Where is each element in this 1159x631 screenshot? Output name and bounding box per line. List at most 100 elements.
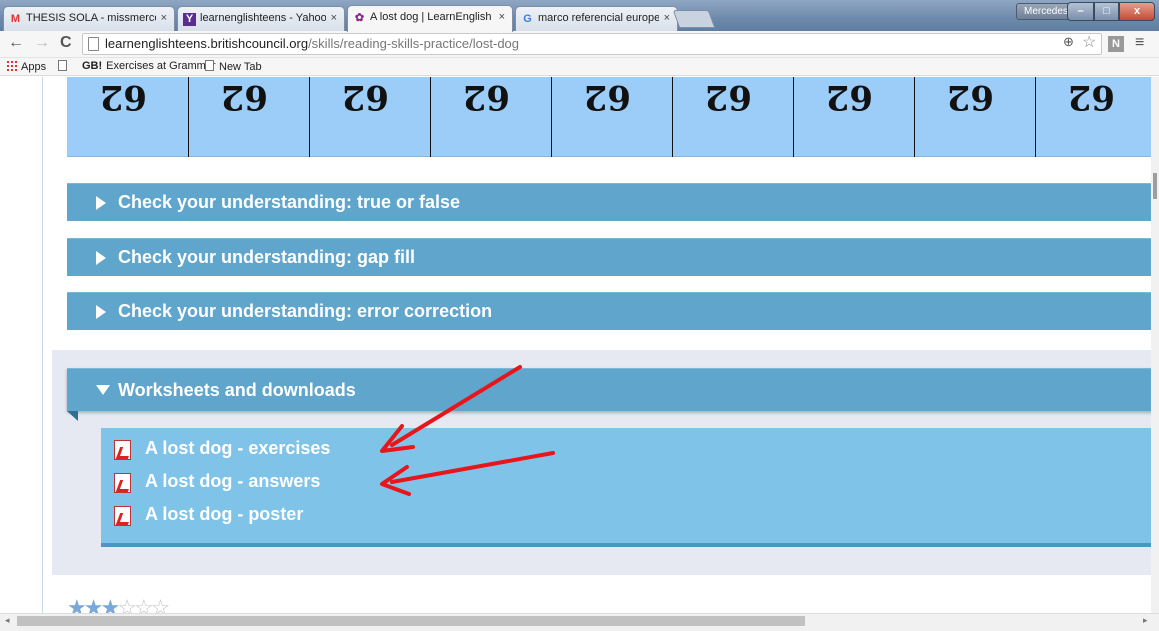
ruler-number: 62 (341, 77, 389, 117)
ribbon-fold (67, 411, 78, 421)
ruler-tick (309, 77, 310, 157)
accordion-true-false[interactable]: Check your understanding: true or false (67, 183, 1159, 221)
content-border (42, 77, 43, 613)
zoom-icon[interactable]: ⊕ (1063, 34, 1074, 50)
bookmarks-bar: Apps GB! Exercises at Grammar New Tab (0, 58, 1159, 76)
ruler-cell: 62 (551, 77, 672, 157)
horizontal-scroll-thumb[interactable] (17, 616, 805, 626)
extension-n-icon[interactable]: N (1108, 36, 1124, 52)
browser-window: M THESIS SOLA - missmerce × Y learnengli… (0, 0, 1159, 631)
ruler-number: 62 (583, 77, 631, 117)
ruler-tick (430, 77, 431, 157)
ruler-number: 62 (946, 77, 994, 117)
minimize-button[interactable]: – (1067, 2, 1094, 21)
url-path: /skills/reading-skills-practice/lost-dog (308, 36, 520, 51)
tab-strip: M THESIS SOLA - missmerce × Y learnengli… (0, 0, 1159, 32)
google-icon: G (523, 13, 532, 25)
ruler-number: 62 (825, 77, 873, 117)
ruler-tick (188, 77, 189, 157)
expand-arrow-icon (96, 251, 106, 265)
close-tab-icon[interactable]: × (161, 12, 167, 24)
empty-star-icon[interactable]: ☆ (151, 595, 171, 613)
ruler-tick (793, 77, 794, 157)
bookmark-blank[interactable] (58, 60, 72, 73)
tab-yahoo[interactable]: Y learnenglishteens - Yahoo × (177, 6, 345, 31)
close-tab-icon[interactable]: × (664, 12, 670, 24)
url-host: learnenglishteens.britishcouncil.org (105, 36, 309, 51)
empty-star-icon[interactable]: ☆ (134, 595, 154, 613)
ruler-cell: 62 (914, 77, 1035, 157)
bookmark-label: Apps (21, 61, 47, 73)
ruler-tick (914, 77, 915, 157)
ruler-tick (1035, 77, 1036, 157)
close-tab-icon[interactable]: × (331, 12, 337, 24)
close-tab-icon[interactable]: × (499, 11, 505, 23)
expand-arrow-icon (96, 305, 106, 319)
scroll-right-icon[interactable]: ▸ (1143, 615, 1148, 626)
bookmark-newtab[interactable]: New Tab (205, 60, 262, 73)
ruler-tick (551, 77, 552, 157)
bookmark-label: New Tab (219, 61, 262, 73)
bookmark-grammar[interactable]: GB! Exercises at Grammar (82, 60, 216, 72)
tab-marco[interactable]: G marco referencial europe × (515, 6, 678, 31)
pdf-icon (114, 473, 131, 493)
page-content: 62 62 62 62 62 62 62 62 62 Check your un… (0, 77, 1159, 613)
pdf-icon (114, 440, 131, 460)
ruler-number: 62 (1067, 77, 1115, 117)
ruler-cell: 62 (67, 77, 188, 157)
accordion-label: Worksheets and downloads (118, 380, 356, 400)
reload-icon[interactable]: C (60, 34, 72, 52)
accordion-label: Check your understanding: error correcti… (118, 301, 493, 321)
maximize-button[interactable]: □ (1094, 2, 1119, 21)
tab-lost-dog[interactable]: ✿ A lost dog | LearnEnglish × (347, 5, 513, 32)
scroll-left-icon[interactable]: ◂ (5, 615, 10, 626)
pdf-icon (114, 506, 131, 526)
ruler-cell: 62 (793, 77, 914, 157)
accordion-worksheets[interactable]: Worksheets and downloads (67, 368, 1159, 411)
ruler-number: 62 (462, 77, 510, 117)
collapse-arrow-icon (96, 385, 110, 395)
empty-star-icon[interactable]: ☆ (117, 595, 137, 613)
accordion-label: Check your understanding: true or false (118, 192, 461, 212)
learnenglish-icon: ✿ (354, 12, 365, 24)
downloads-list: A lost dog - exercises A lost dog - answ… (101, 428, 1159, 547)
expand-arrow-icon (96, 196, 106, 210)
download-label: A lost dog - answers (145, 471, 321, 491)
download-label: A lost dog - poster (145, 504, 304, 524)
ruler-cell: 62 (1035, 77, 1156, 157)
filled-star-icon[interactable]: ★ (67, 595, 87, 613)
accordion-gap-fill[interactable]: Check your understanding: gap fill (67, 238, 1159, 276)
vertical-scrollbar[interactable] (1151, 77, 1159, 613)
accordion-error-correction[interactable]: Check your understanding: error correcti… (67, 292, 1159, 330)
address-bar[interactable]: learnenglishteens.britishcouncil.org/ski… (82, 33, 1102, 55)
forward-icon[interactable]: → (34, 34, 50, 52)
filled-star-icon[interactable]: ★ (84, 595, 104, 613)
apps-grid-icon (6, 60, 17, 71)
back-icon[interactable]: ← (8, 34, 24, 52)
bookmark-label: Exercises at Grammar (106, 60, 216, 72)
window-controls: – □ x (1067, 2, 1155, 22)
filled-star-icon[interactable]: ★ (100, 595, 120, 613)
menu-icon[interactable]: ≡ (1135, 34, 1144, 52)
ruler-number: 62 (704, 77, 752, 117)
ruler-cell: 62 (430, 77, 551, 157)
page-icon (88, 37, 99, 51)
star-rating[interactable]: ★★★☆☆☆ (67, 595, 171, 613)
browser-toolbar: ← → C learnenglishteens.britishcouncil.o… (0, 31, 1159, 58)
ruler-cell: 62 (309, 77, 430, 157)
bookmark-apps[interactable]: Apps (6, 60, 46, 73)
accordion-label: Check your understanding: gap fill (118, 247, 416, 267)
ruler-cell: 62 (672, 77, 793, 157)
ruler-number: 62 (220, 77, 268, 117)
vertical-scroll-thumb[interactable] (1153, 173, 1157, 199)
download-label: A lost dog - exercises (145, 438, 331, 458)
bookmark-star-icon[interactable]: ☆ (1082, 32, 1096, 52)
tab-title: A lost dog | LearnEnglish (370, 11, 492, 23)
close-window-button[interactable]: x (1119, 2, 1155, 21)
gmail-icon: M (10, 13, 21, 25)
ruler-tick (672, 77, 673, 157)
gb-icon: GB! (82, 60, 103, 72)
tab-thesis[interactable]: M THESIS SOLA - missmerce × (3, 6, 175, 31)
page-icon (205, 60, 214, 71)
new-tab-button[interactable] (672, 10, 716, 28)
